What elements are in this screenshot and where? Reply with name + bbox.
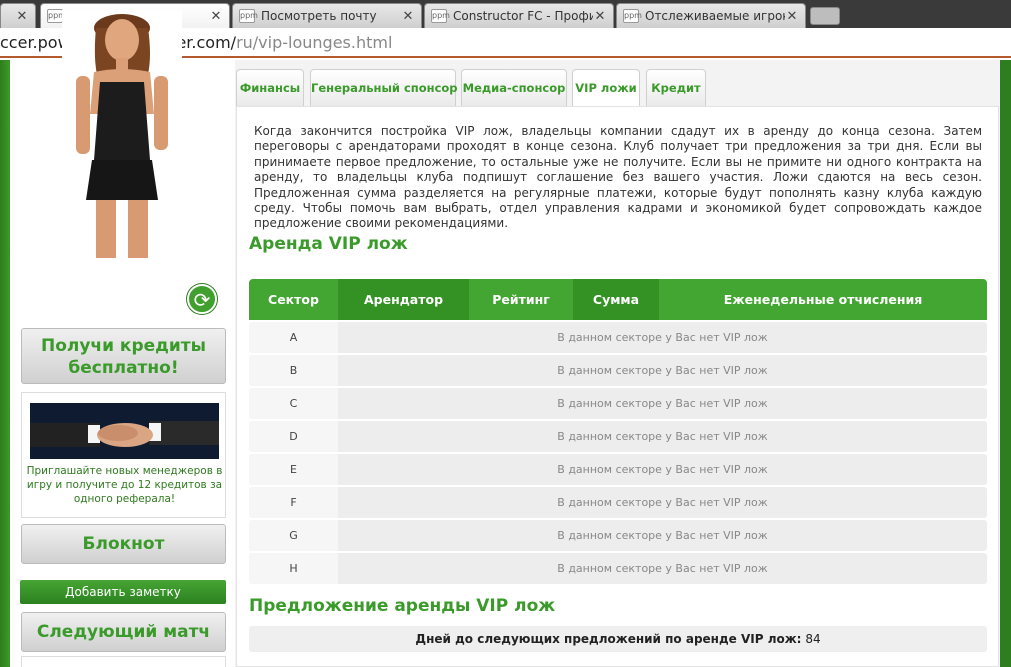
table-row: C В данном секторе у Вас нет VIP лож [249,388,987,419]
no-lounges-message: В данном секторе у Вас нет VIP лож [557,397,768,410]
notebook-button[interactable]: Блокнот [21,524,226,564]
sector-cell: G [249,520,338,551]
no-lounges-message: В данном секторе у Вас нет VIP лож [557,496,768,509]
no-lounges-message: В данном секторе у Вас нет VIP лож [557,562,768,575]
header-weekly-payments: Еженедельные отчисления [723,292,923,307]
no-lounges-message: В данном секторе у Вас нет VIP лож [557,463,768,476]
tab-vip-lounges[interactable]: VIP ложи [572,69,640,107]
sector-cell: A [249,322,338,353]
free-credits-button[interactable]: Получи кредиты бесплатно! [21,328,226,384]
site-favicon-icon: ppm [431,9,450,23]
next-match-button[interactable]: Следующий матч [21,612,226,652]
table-row: D В данном секторе у Вас нет VIP лож [249,421,987,452]
table-row: B В данном секторе у Вас нет VIP лож [249,355,987,386]
header-tenant: Арендатор [338,279,469,320]
intro-text: Когда закончится постройка VIP лож, влад… [254,124,982,231]
table-row: H В данном секторе у Вас нет VIP лож [249,553,987,584]
url-lang: ru [236,32,253,52]
url-text: ccer.powerplaymanager.com/ru/vip-lounges… [0,33,392,52]
add-note-button[interactable]: Добавить заметку [20,580,226,604]
next-match-panel [21,656,226,667]
table-header: Сектор Арендатор Рейтинг Сумма Еженедель… [249,279,987,320]
manager-avatar [62,10,182,258]
browser-tab-profile[interactable]: ppm Constructor FC - Профил ✕ [424,3,614,28]
tab-credit[interactable]: Кредит [646,69,706,106]
no-lounges-message: В данном секторе у Вас нет VIP лож [557,331,768,344]
sector-cell: B [249,355,338,386]
url-path: /vip-lounges.html [252,32,393,52]
close-icon[interactable]: ✕ [15,9,29,24]
sector-cell: H [249,553,338,584]
table-row: F В данном секторе у Вас нет VIP лож [249,487,987,518]
header-sector: Сектор [268,292,319,307]
browser-tab-label: Constructor FC - Профил [453,9,593,23]
sector-cell: D [249,421,338,452]
tab-general-sponsor[interactable]: Генеральный спонсор [310,69,458,106]
no-lounges-message: В данном секторе у Вас нет VIP лож [557,430,768,443]
sector-cell: C [249,388,338,419]
days-label: Дней до следующих предложений по аренде … [415,632,802,646]
table-row: A В данном секторе у Вас нет VIP лож [249,322,987,353]
no-lounges-message: В данном секторе у Вас нет VIP лож [557,529,768,542]
tab-finances[interactable]: Финансы [236,69,304,106]
days-until-offers: Дней до следующих предложений по аренде … [249,626,987,652]
handshake-image [30,403,219,459]
site-favicon-icon: ppm [239,9,258,23]
sector-cell: F [249,487,338,518]
header-amount: Сумма [573,279,659,320]
site-favicon-icon: ppm [47,9,66,23]
referral-text: Приглашайте новых менеджеров в игру и по… [26,465,223,505]
refresh-avatar-icon[interactable]: ⟳ [187,284,217,314]
close-icon[interactable]: ✕ [785,9,799,24]
rent-heading: Аренда VIP лож [249,234,408,254]
tab-media-sponsor[interactable]: Медиа-спонсор [461,69,567,106]
browser-tab-previous[interactable]: ✕ [0,3,36,28]
days-value: 84 [805,632,821,646]
browser-tab-watched-players[interactable]: ppm Отслеживаемые игроки ✕ [616,3,806,28]
site-favicon-icon: ppm [623,9,642,23]
offers-heading: Предложение аренды VIP лож [249,596,556,616]
sector-cell: E [249,454,338,485]
browser-tab-mail[interactable]: ppm Посмотреть почту ✕ [232,3,422,28]
no-lounges-message: В данном секторе у Вас нет VIP лож [557,364,768,377]
close-icon[interactable]: ✕ [209,9,223,24]
browser-tab-label: Отслеживаемые игроки [645,9,785,23]
close-icon[interactable]: ✕ [401,9,415,24]
table-row: G В данном секторе у Вас нет VIP лож [249,520,987,551]
new-tab-button[interactable] [810,7,840,25]
browser-tab-label: Посмотреть почту [261,9,377,23]
close-icon[interactable]: ✕ [593,9,607,24]
header-rating: Рейтинг [492,292,550,307]
table-row: E В данном секторе у Вас нет VIP лож [249,454,987,485]
referral-card[interactable]: Приглашайте новых менеджеров в игру и по… [21,392,226,518]
